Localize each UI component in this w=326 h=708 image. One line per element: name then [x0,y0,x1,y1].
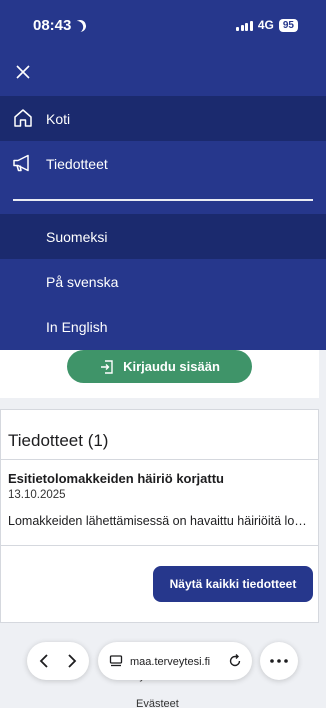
status-bar: 08:43 4G 95 [0,0,326,50]
network-type: 4G [257,18,274,32]
language-label: Suomeksi [46,228,108,245]
divider [1,459,318,460]
browser-toolbar: maa.terveytesi.fi [0,638,326,708]
news-item-title[interactable]: Esitietolomakkeiden häiriö korjattu [8,471,224,486]
login-button-label: Kirjaudu sisään [123,359,220,374]
menu-item-news[interactable]: Tiedotteet [0,141,326,186]
menu-item-home[interactable]: Koti [0,96,326,141]
tabs-icon[interactable] [109,654,123,668]
login-button[interactable]: Kirjaudu sisään [67,350,252,383]
address-bar[interactable]: maa.terveytesi.fi [98,642,252,680]
login-icon [101,359,113,374]
language-label: In English [46,318,108,335]
url-text: maa.terveytesi.fi [130,656,211,668]
news-item-excerpt: Lomakkeiden lähettämisessä on havaittu h… [8,514,313,528]
language-english[interactable]: In English [0,304,326,349]
more-button[interactable] [260,642,298,680]
home-icon [14,109,32,127]
forward-icon[interactable] [67,653,77,669]
back-icon[interactable] [39,653,49,669]
language-swedish[interactable]: På svenska [0,259,326,304]
language-label: På svenska [46,273,119,290]
more-icon [270,659,288,663]
menu-item-label: Koti [46,110,71,127]
moon-icon [73,18,88,33]
reload-icon[interactable] [228,654,242,668]
news-section-title: Tiedotteet (1) [8,431,109,450]
news-card: Tiedotteet (1) Esitietolomakkeiden häiri… [0,409,319,623]
show-all-news-button[interactable]: Näytä kaikki tiedotteet [153,566,313,602]
status-time: 08:43 [33,17,86,34]
battery-icon: 95 [278,18,298,32]
close-icon [16,65,30,79]
navigation-menu: Koti Tiedotteet Suomeksi På svenska In E… [0,50,326,350]
clock: 08:43 [33,17,72,34]
close-menu-button[interactable] [12,61,34,83]
browser-nav [27,642,89,680]
news-item-date: 13.10.2025 [8,489,66,501]
language-finnish[interactable]: Suomeksi [0,214,326,259]
menu-divider [13,199,313,201]
divider [1,545,318,546]
megaphone-icon [13,154,29,172]
status-indicators: 4G 95 [236,18,298,32]
signal-icon [236,20,253,31]
menu-item-label: Tiedotteet [46,155,108,172]
